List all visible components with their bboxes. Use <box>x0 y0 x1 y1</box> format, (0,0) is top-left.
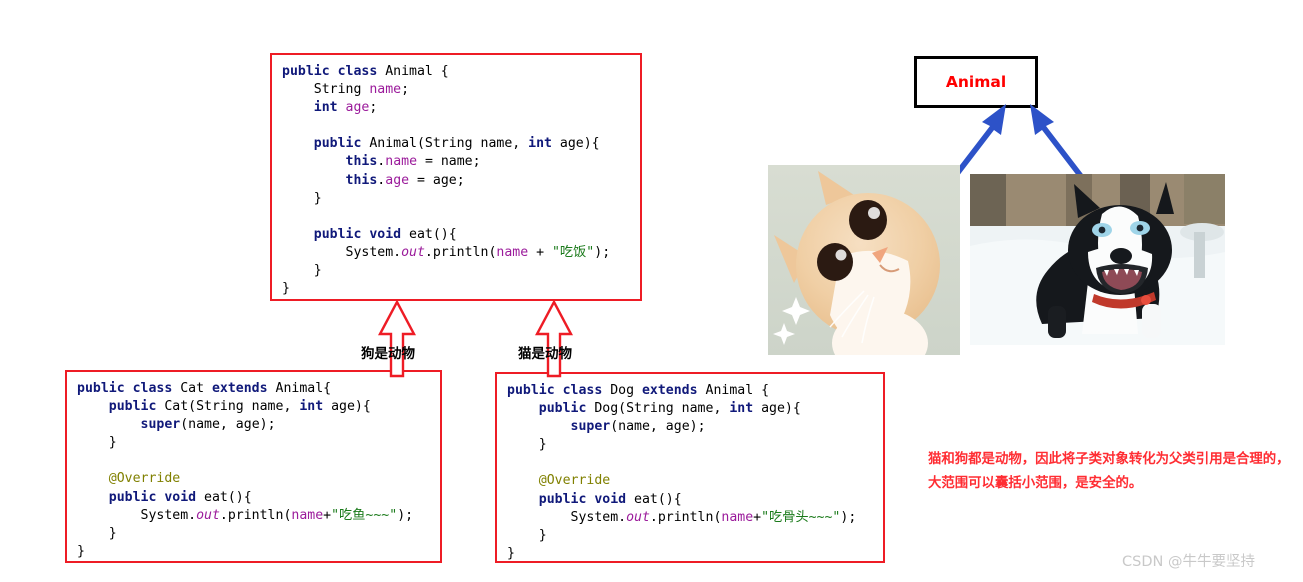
code-dog: public class Dog extends Animal { public… <box>507 383 857 561</box>
code-box-dog: public class Dog extends Animal { public… <box>495 372 885 563</box>
code-animal: public class Animal { String name; int a… <box>282 64 611 297</box>
dog-photo <box>970 174 1225 345</box>
explanation-note: 猫和狗都是动物，因此将子类对象转化为父类引用是合理的， 大范围可以囊括小范围，是… <box>928 448 1303 496</box>
csdn-watermark: CSDN @牛牛要坚持 <box>1122 554 1255 570</box>
cat-photo <box>768 165 960 355</box>
inheritance-arrow-cat-icon <box>533 299 575 382</box>
code-box-animal: public class Animal { String name; int a… <box>270 53 642 301</box>
code-box-cat: public class Cat extends Animal{ public … <box>65 370 442 563</box>
explanation-note-line1: 猫和狗都是动物，因此将子类对象转化为父类引用是合理的， <box>928 452 1290 467</box>
inheritance-arrow-dog-icon <box>376 299 418 382</box>
explanation-note-line2: 大范围可以囊括小范围，是安全的。 <box>928 476 1143 491</box>
code-cat: public class Cat extends Animal{ public … <box>77 381 414 559</box>
diagram-node-animal-label: Animal <box>945 73 1007 91</box>
label-dog-is-animal: 狗是动物 <box>361 346 415 362</box>
label-cat-is-animal: 猫是动物 <box>518 346 572 362</box>
